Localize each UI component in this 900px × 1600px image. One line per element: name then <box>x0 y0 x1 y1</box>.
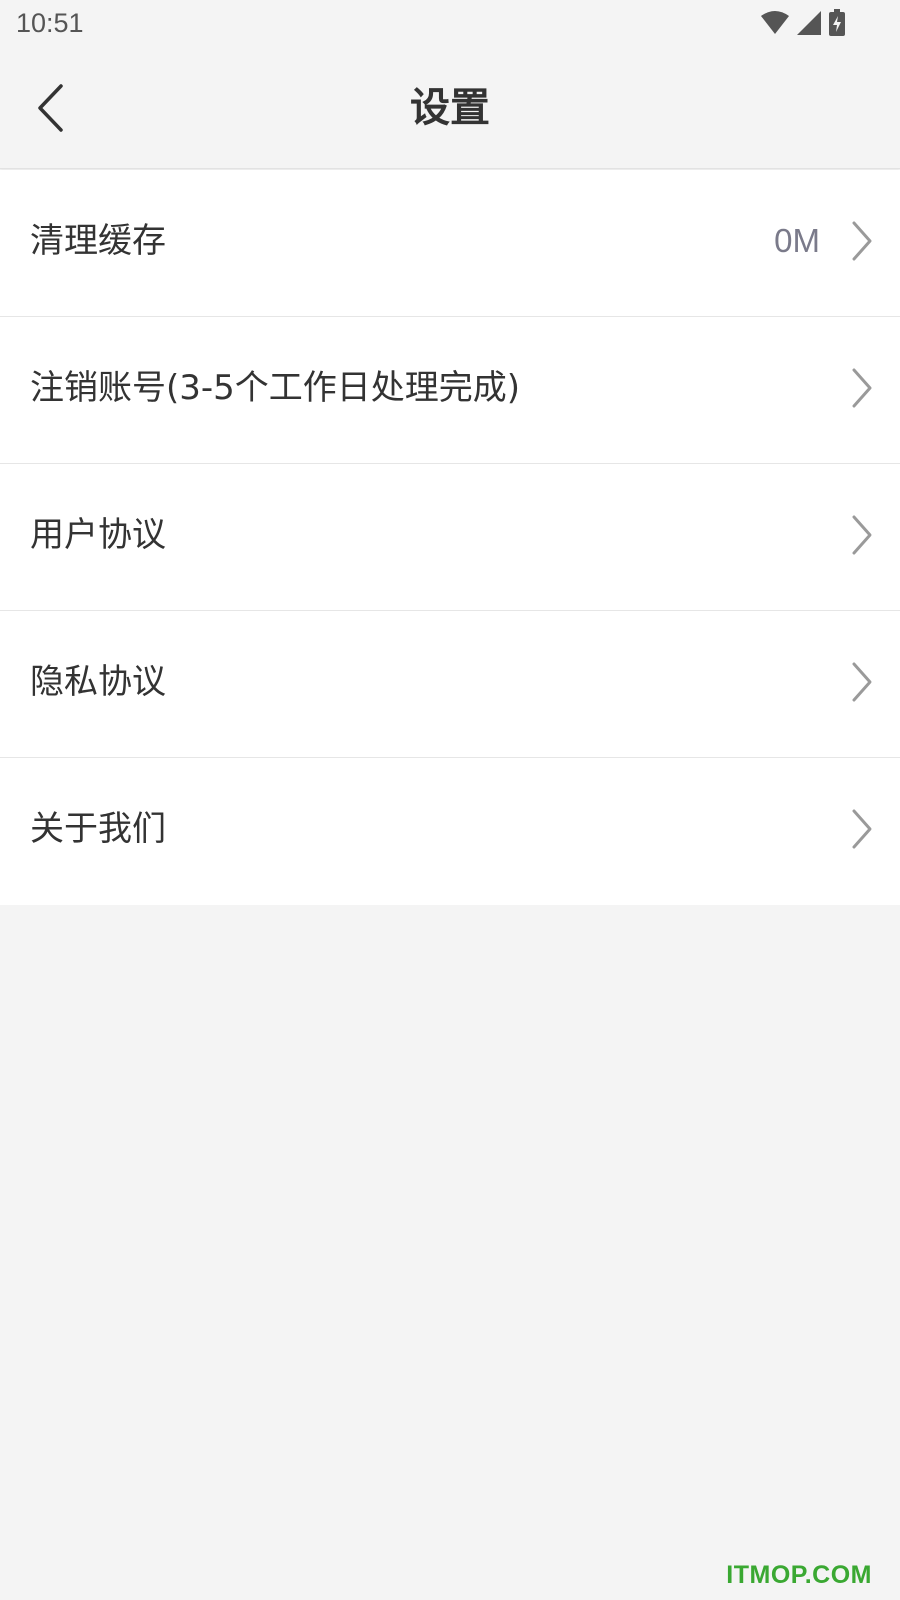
page-title: 设置 <box>410 85 490 131</box>
settings-item-privacy-agreement[interactable]: 隐私协议 <box>0 611 900 758</box>
signal-icon <box>796 10 822 36</box>
settings-item-label: 隐私协议 <box>30 662 166 702</box>
chevron-right-icon <box>852 221 872 261</box>
settings-item-label: 注销账号(3-5个工作日处理完成) <box>30 368 521 408</box>
nav-bar: 设置 <box>0 52 900 169</box>
cache-size-value: 0M <box>774 222 820 259</box>
settings-item-label: 用户协议 <box>30 515 166 555</box>
chevron-right-icon <box>852 809 872 849</box>
settings-item-user-agreement[interactable]: 用户协议 <box>0 464 900 611</box>
settings-item-about-us[interactable]: 关于我们 <box>0 758 900 905</box>
battery-charging-icon <box>828 9 846 37</box>
watermark: ITMOP.COM <box>726 1561 872 1589</box>
chevron-right-icon <box>852 662 872 702</box>
chevron-right-icon <box>852 368 872 408</box>
status-icons <box>760 8 846 38</box>
settings-item-delete-account[interactable]: 注销账号(3-5个工作日处理完成) <box>0 317 900 464</box>
settings-item-label: 清理缓存 <box>30 221 166 261</box>
settings-item-clear-cache[interactable]: 清理缓存 0M <box>0 170 900 317</box>
chevron-right-icon <box>852 515 872 555</box>
settings-list: 清理缓存 0M 注销账号(3-5个工作日处理完成) 用户协议 隐私协议 关于我们 <box>0 170 900 905</box>
status-time: 10:51 <box>16 8 84 38</box>
wifi-icon <box>760 11 790 35</box>
status-bar: 10:51 <box>0 0 900 52</box>
settings-item-label: 关于我们 <box>30 809 166 849</box>
